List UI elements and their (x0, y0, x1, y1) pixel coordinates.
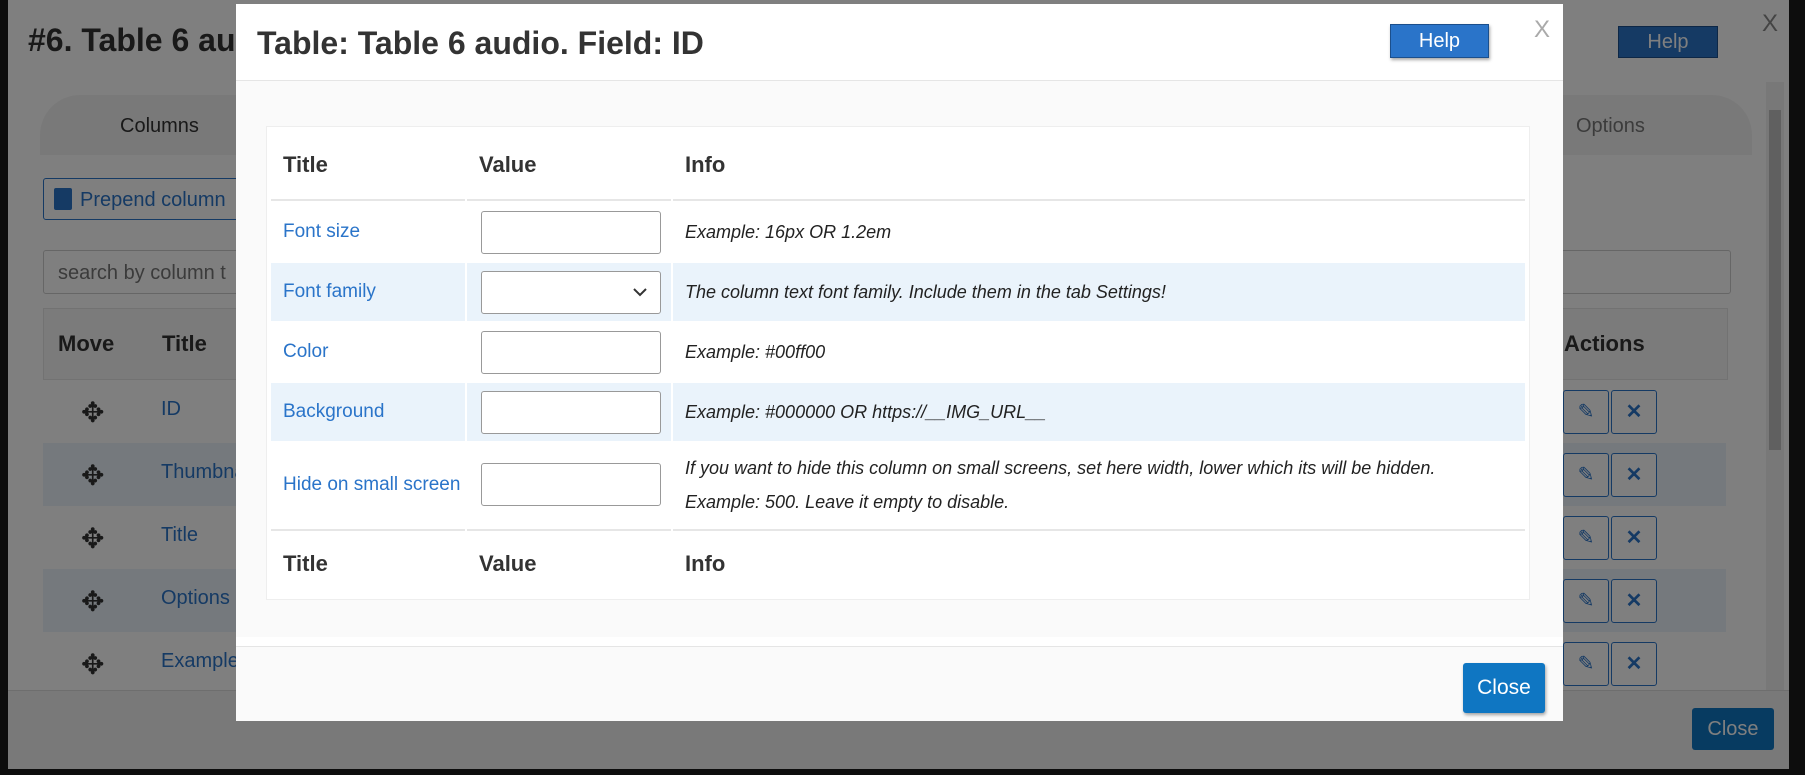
value-cell (467, 323, 671, 381)
background-input[interactable] (481, 391, 661, 434)
property-row-font-size: Font size Example: 16px OR 1.2em (271, 203, 1525, 261)
value-cell (467, 443, 671, 527)
color-input[interactable] (481, 331, 661, 374)
footer-header-title: Title (271, 529, 465, 595)
value-cell (467, 263, 671, 321)
row-info: If you want to hide this column on small… (685, 458, 1436, 512)
footer-header-info: Info (673, 529, 1525, 595)
row-info: Example: 16px OR 1.2em (685, 222, 892, 242)
modal-body: Title Value Info Font size Example: 16px… (236, 81, 1563, 637)
modal-title: Table: Table 6 audio. Field: ID (257, 25, 704, 61)
chevron-down-icon (632, 284, 648, 305)
header-value: Value (467, 131, 671, 201)
value-cell (467, 203, 671, 261)
property-row-background: Background Example: #000000 OR https://_… (271, 383, 1525, 441)
property-row-font-family: Font family The column text font family.… (271, 263, 1525, 321)
row-label: Font size (283, 221, 361, 242)
value-cell (467, 383, 671, 441)
close-button[interactable]: Close (1463, 663, 1545, 713)
row-label: Background (271, 383, 465, 441)
row-label: Hide on small screen (283, 474, 461, 495)
row-info: Example: #000000 OR https://__IMG_URL__ (673, 383, 1525, 441)
row-label: Font family (271, 263, 465, 321)
field-properties-modal: Table: Table 6 audio. Field: ID Help X T… (236, 4, 1563, 721)
header-info: Info (673, 131, 1525, 201)
footer-header-value: Value (467, 529, 671, 595)
modal-footer: Close (236, 646, 1563, 721)
properties-table: Title Value Info Font size Example: 16px… (266, 126, 1530, 600)
font-family-select[interactable] (481, 271, 661, 314)
row-info: The column text font family. Include the… (673, 263, 1525, 321)
property-row-color: Color Example: #00ff00 (271, 323, 1525, 381)
font-size-input[interactable] (481, 211, 661, 254)
header-title: Title (271, 131, 465, 201)
help-button[interactable]: Help (1390, 24, 1489, 58)
hide-on-small-screen-input[interactable] (481, 463, 661, 506)
row-label: Color (283, 341, 329, 362)
property-row-hide-on-small-screen: Hide on small screen If you want to hide… (271, 443, 1525, 527)
close-icon[interactable]: X (1534, 16, 1550, 44)
row-info: Example: #00ff00 (685, 342, 826, 362)
modal-header: Table: Table 6 audio. Field: ID Help X (236, 4, 1563, 81)
